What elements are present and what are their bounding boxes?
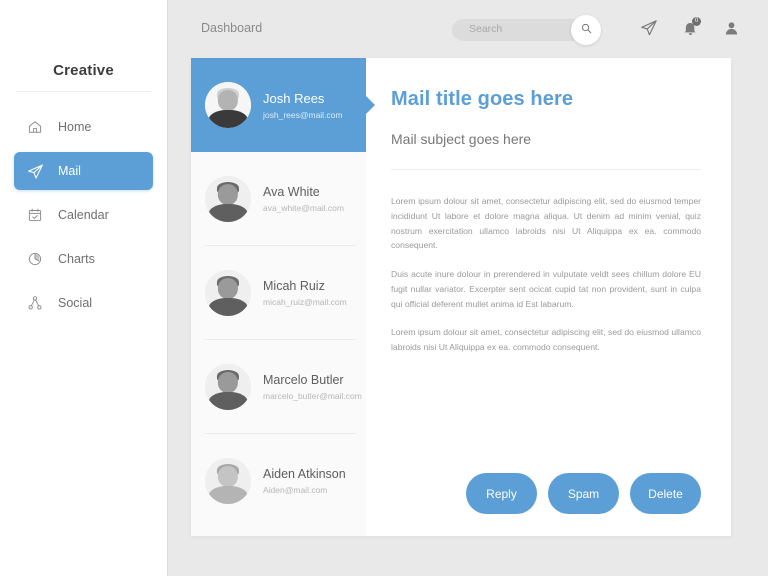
search-button[interactable]: [571, 15, 601, 45]
mail-list-item[interactable]: Marcelo Butler marcelo_butler@mail.com: [191, 340, 366, 434]
sidebar-nav: Home Mail Calendar Charts Social: [0, 108, 167, 322]
top-bar: Dashboard Search 0: [168, 0, 768, 58]
mail-subject: Mail subject goes here: [391, 131, 532, 147]
workspace: Dashboard Search 0 Josh Rees josh_rees@m…: [167, 0, 768, 576]
sidebar-item-mail[interactable]: Mail: [14, 152, 153, 190]
contact-email: ava_white@mail.com: [263, 203, 344, 213]
contact-email: josh_rees@mail.com: [263, 109, 343, 120]
avatar: [205, 176, 251, 222]
mail-list-item[interactable]: Josh Rees josh_rees@mail.com: [191, 58, 375, 152]
sidebar-item-label: Mail: [58, 164, 81, 178]
mail-reader: Mail title goes here Mail subject goes h…: [366, 58, 731, 536]
mail-list-item[interactable]: Micah Ruiz micah_ruiz@mail.com: [191, 246, 366, 340]
sidebar-item-charts[interactable]: Charts: [14, 240, 153, 278]
notification-icon[interactable]: 0: [680, 17, 701, 38]
brand-title: Creative: [53, 62, 114, 79]
avatar: [205, 458, 251, 504]
breadcrumb: Dashboard: [201, 21, 263, 35]
sidebar-item-social[interactable]: Social: [14, 284, 153, 322]
mail-title: Mail title goes here: [391, 88, 574, 110]
sidebar-item-calendar[interactable]: Calendar: [14, 196, 153, 234]
top-bar-icons: 0: [639, 17, 741, 38]
spam-button[interactable]: Spam: [548, 473, 619, 514]
contact-email: Aiden@mail.com: [263, 485, 328, 495]
reply-button[interactable]: Reply: [466, 473, 537, 514]
mail-body: Lorem ipsum dolour sit amet, consectetur…: [391, 194, 701, 355]
home-icon: [25, 117, 45, 137]
contact-name: Josh Rees: [263, 90, 325, 106]
sidebar-item-label: Social: [58, 296, 93, 310]
calendar-icon: [25, 205, 45, 225]
sidebar: Creative Home Mail Calendar Charts Socia…: [0, 0, 167, 576]
mail-paragraph: Lorem ipsum dolour sit amet, consectetur…: [391, 196, 701, 251]
mail-list-item[interactable]: Ava White ava_white@mail.com: [191, 152, 366, 246]
social-icon: [25, 293, 45, 313]
divider: [16, 91, 151, 92]
contact-name: Micah Ruiz: [263, 279, 325, 293]
sidebar-item-label: Charts: [58, 252, 95, 266]
user-icon[interactable]: [721, 18, 741, 38]
mail-actions: Reply Spam Delete: [391, 473, 701, 514]
sidebar-item-label: Calendar: [58, 208, 109, 222]
app-root: Dashboard Search 0 Josh Rees josh_rees@m…: [0, 0, 768, 576]
delete-button[interactable]: Delete: [630, 473, 701, 514]
avatar: [205, 270, 251, 316]
contact-email: micah_ruiz@mail.com: [263, 297, 347, 307]
contact-name: Aiden Atkinson: [263, 467, 346, 481]
sidebar-item-label: Home: [58, 120, 92, 134]
mail-list: Josh Rees josh_rees@mail.com Ava White a…: [191, 58, 375, 536]
mail-paragraph: Lorem ipsum dolour sit amet, consectetur…: [391, 327, 701, 353]
mail-paragraph: Duis acute inure dolour in prerendered i…: [391, 269, 701, 309]
pie-chart-icon: [25, 249, 45, 269]
search-icon: [581, 21, 592, 39]
contact-email: marcelo_butler@mail.com: [263, 391, 362, 401]
avatar: [205, 364, 251, 410]
contact-name: Ava White: [263, 185, 320, 199]
mail-card: Josh Rees josh_rees@mail.com Ava White a…: [191, 58, 731, 536]
avatar: [205, 82, 251, 128]
paper-plane-icon: [25, 161, 45, 181]
contact-name: Marcelo Butler: [263, 373, 344, 387]
notification-badge: 0: [692, 17, 701, 26]
sidebar-item-home[interactable]: Home: [14, 108, 153, 146]
mail-list-item[interactable]: Aiden Atkinson Aiden@mail.com: [191, 434, 366, 528]
divider: [391, 169, 701, 170]
send-icon[interactable]: [639, 18, 659, 38]
search-placeholder: Search: [469, 23, 503, 35]
